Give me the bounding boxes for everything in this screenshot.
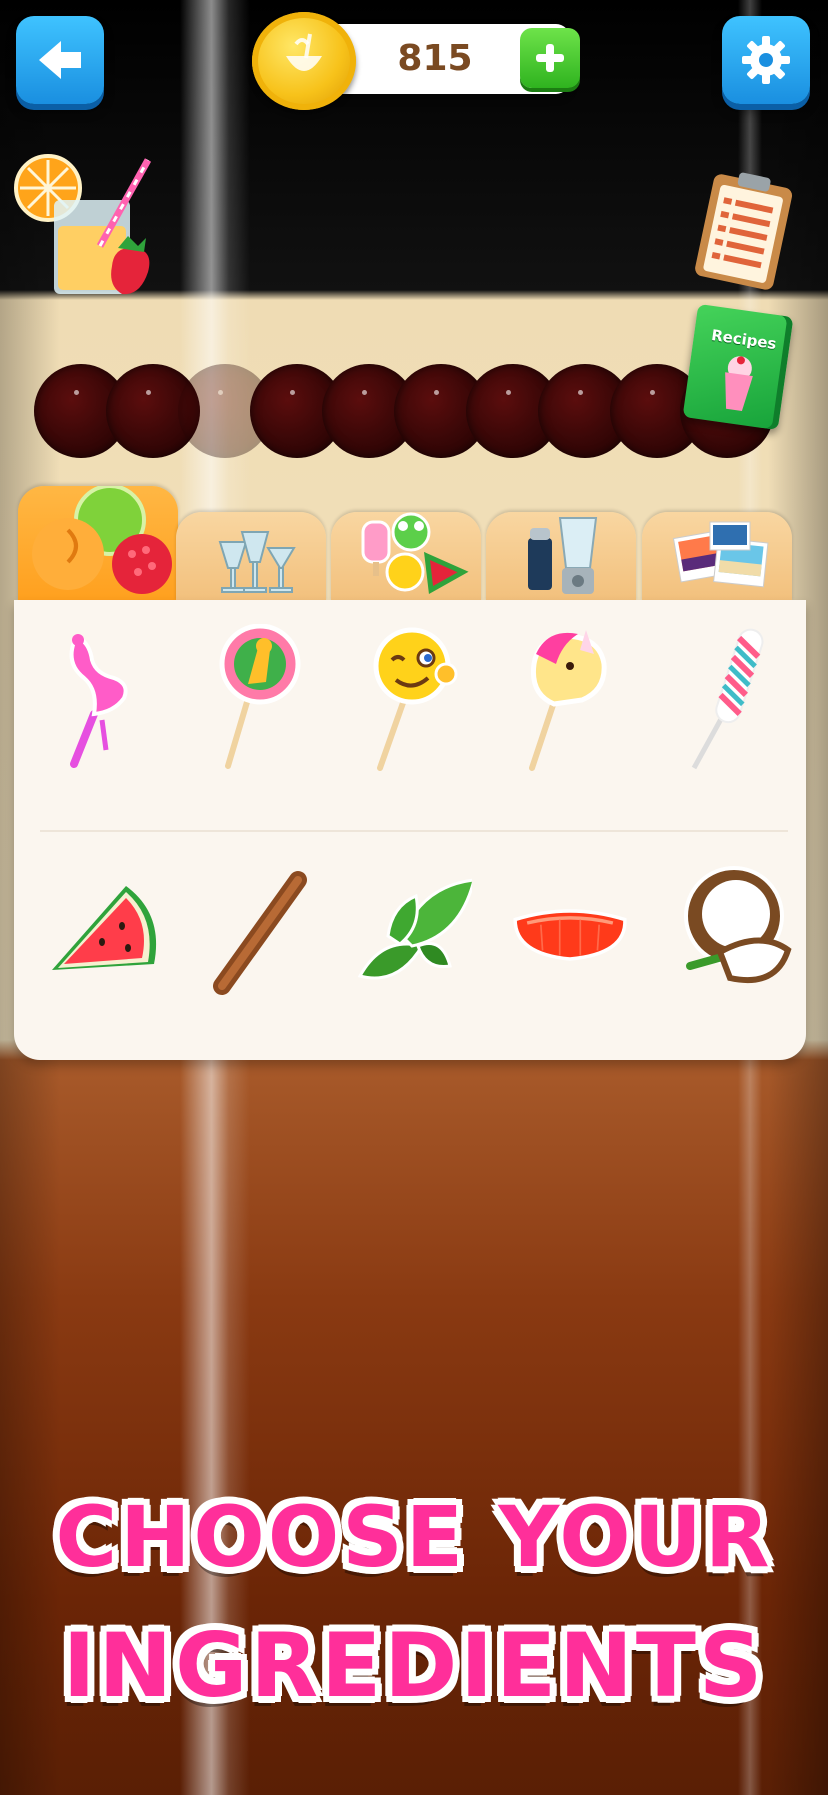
cinnamon-stick-icon[interactable] <box>200 866 320 1016</box>
caption-line-2: INGREDIENTS <box>62 1614 766 1717</box>
tab-tools[interactable] <box>486 512 636 602</box>
giraffe-lollipop-icon[interactable] <box>200 624 320 774</box>
photos-icon <box>672 521 769 588</box>
milkshake-icon <box>725 356 753 411</box>
unicorn-lollipop-icon[interactable] <box>508 624 628 774</box>
coconut-icon[interactable] <box>680 856 800 1006</box>
order-clipboard-icon[interactable] <box>694 170 794 290</box>
gear-icon <box>742 36 790 84</box>
coin-amount: 815 <box>397 38 473 79</box>
glasses-icon <box>218 531 296 593</box>
row-divider <box>40 830 788 832</box>
smiley-lollipop-icon[interactable] <box>352 624 472 774</box>
add-coins-button[interactable] <box>520 28 580 88</box>
coin-icon <box>252 12 356 110</box>
flamingo-straw-icon[interactable] <box>44 624 164 774</box>
recipes-book-button[interactable]: Recipes <box>682 303 794 431</box>
back-button[interactable] <box>16 16 104 104</box>
blender-icon <box>528 517 598 594</box>
tab-stickers[interactable] <box>331 512 481 602</box>
twisted-candy-icon[interactable] <box>680 624 800 774</box>
mint-leaves-icon[interactable] <box>352 866 472 1016</box>
plus-icon <box>536 44 564 72</box>
fruits-icon <box>32 484 172 594</box>
caption-line-1: CHOOSE YOUR <box>55 1488 773 1586</box>
orange-jelly-icon[interactable] <box>510 866 630 1016</box>
stickers-icon <box>361 512 469 595</box>
watermelon-slice-icon[interactable] <box>44 866 164 1016</box>
tab-photos[interactable] <box>642 512 792 602</box>
tab-glasses[interactable] <box>176 512 326 602</box>
recipes-label: Recipes <box>710 326 778 354</box>
tab-fruits[interactable] <box>18 484 178 602</box>
arrow-left-icon <box>39 41 81 79</box>
ingredient-slots <box>34 364 774 458</box>
juice-glass-icon <box>14 154 152 295</box>
settings-button[interactable] <box>722 16 810 104</box>
